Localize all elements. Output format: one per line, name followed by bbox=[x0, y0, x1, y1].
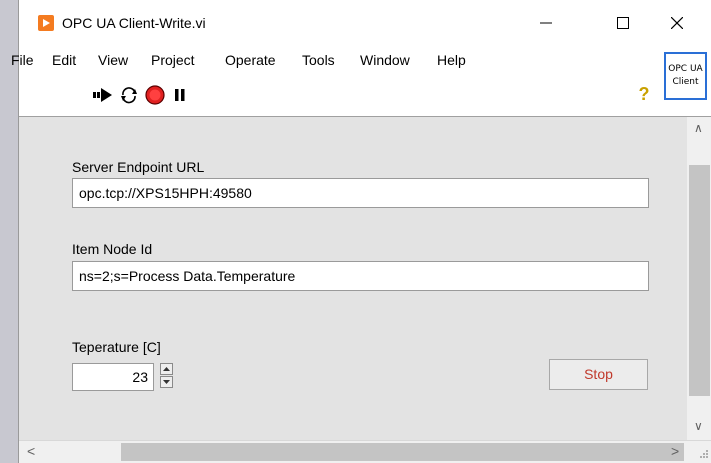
scroll-down-icon[interactable]: ∨ bbox=[694, 419, 703, 433]
horizontal-scroll-thumb[interactable] bbox=[121, 443, 684, 461]
menu-view[interactable]: View bbox=[98, 52, 128, 68]
menu-edit[interactable]: Edit bbox=[52, 52, 76, 68]
abort-button[interactable] bbox=[144, 85, 166, 105]
maximize-icon bbox=[617, 17, 629, 29]
node-id-label: Item Node Id bbox=[72, 241, 153, 257]
pause-icon bbox=[175, 89, 185, 101]
scroll-left-icon[interactable]: < bbox=[27, 443, 35, 459]
title-bar: OPC UA Client-Write.vi bbox=[19, 0, 711, 45]
menu-help[interactable]: Help bbox=[437, 52, 466, 68]
increment-arrow-icon bbox=[163, 367, 170, 371]
temperature-label: Teperature [C] bbox=[72, 339, 161, 355]
horizontal-scrollbar[interactable]: < > bbox=[19, 440, 711, 463]
run-button[interactable] bbox=[92, 85, 114, 105]
node-id-input[interactable]: ns=2;s=Process Data.Temperature bbox=[72, 261, 649, 291]
decrement-arrow-icon bbox=[163, 380, 170, 384]
run-arrow-icon bbox=[93, 88, 112, 102]
front-panel: Server Endpoint URL opc.tcp://XPS15HPH:4… bbox=[19, 117, 687, 440]
run-continuously-icon bbox=[121, 87, 137, 104]
server-url-label: Server Endpoint URL bbox=[72, 159, 205, 175]
run-continuously-button[interactable] bbox=[118, 85, 140, 105]
menu-tools[interactable]: Tools bbox=[302, 52, 335, 68]
vertical-scrollbar[interactable]: ∧ ∨ bbox=[687, 117, 711, 440]
abort-icon bbox=[145, 85, 165, 105]
minimize-icon bbox=[540, 22, 552, 24]
vertical-scroll-thumb[interactable] bbox=[689, 165, 710, 396]
menu-project[interactable]: Project bbox=[151, 52, 195, 68]
resize-grip-icon[interactable] bbox=[699, 449, 709, 459]
close-button[interactable] bbox=[657, 10, 697, 36]
help-icon[interactable]: ? bbox=[636, 84, 652, 104]
toolbar: ? bbox=[19, 73, 711, 117]
temperature-input[interactable]: 23 bbox=[72, 363, 154, 391]
maximize-button[interactable] bbox=[603, 10, 643, 36]
vi-icon-line-1: OPC UA bbox=[668, 64, 703, 74]
menu-file[interactable]: File bbox=[11, 52, 34, 68]
scroll-up-icon[interactable]: ∧ bbox=[694, 121, 703, 135]
server-url-input[interactable]: opc.tcp://XPS15HPH:49580 bbox=[72, 178, 649, 208]
pause-button[interactable] bbox=[169, 85, 191, 105]
menu-bar: File Edit View Project Operate Tools Win… bbox=[11, 45, 711, 73]
vi-icon-line-2: Client bbox=[672, 77, 699, 87]
vi-icon: OPC UA Client bbox=[664, 52, 707, 100]
menu-operate[interactable]: Operate bbox=[225, 52, 276, 68]
minimize-button[interactable] bbox=[526, 10, 566, 36]
stop-button[interactable]: Stop bbox=[549, 359, 648, 390]
window-title: OPC UA Client-Write.vi bbox=[62, 15, 206, 31]
menu-window[interactable]: Window bbox=[360, 52, 410, 68]
labview-logo-icon bbox=[38, 15, 54, 31]
close-icon bbox=[671, 17, 683, 29]
decrement-button[interactable] bbox=[160, 376, 173, 388]
increment-button[interactable] bbox=[160, 363, 173, 375]
labview-window: OPC UA Client-Write.vi File Edit View Pr… bbox=[11, 0, 711, 463]
scroll-right-icon[interactable]: > bbox=[671, 443, 679, 459]
